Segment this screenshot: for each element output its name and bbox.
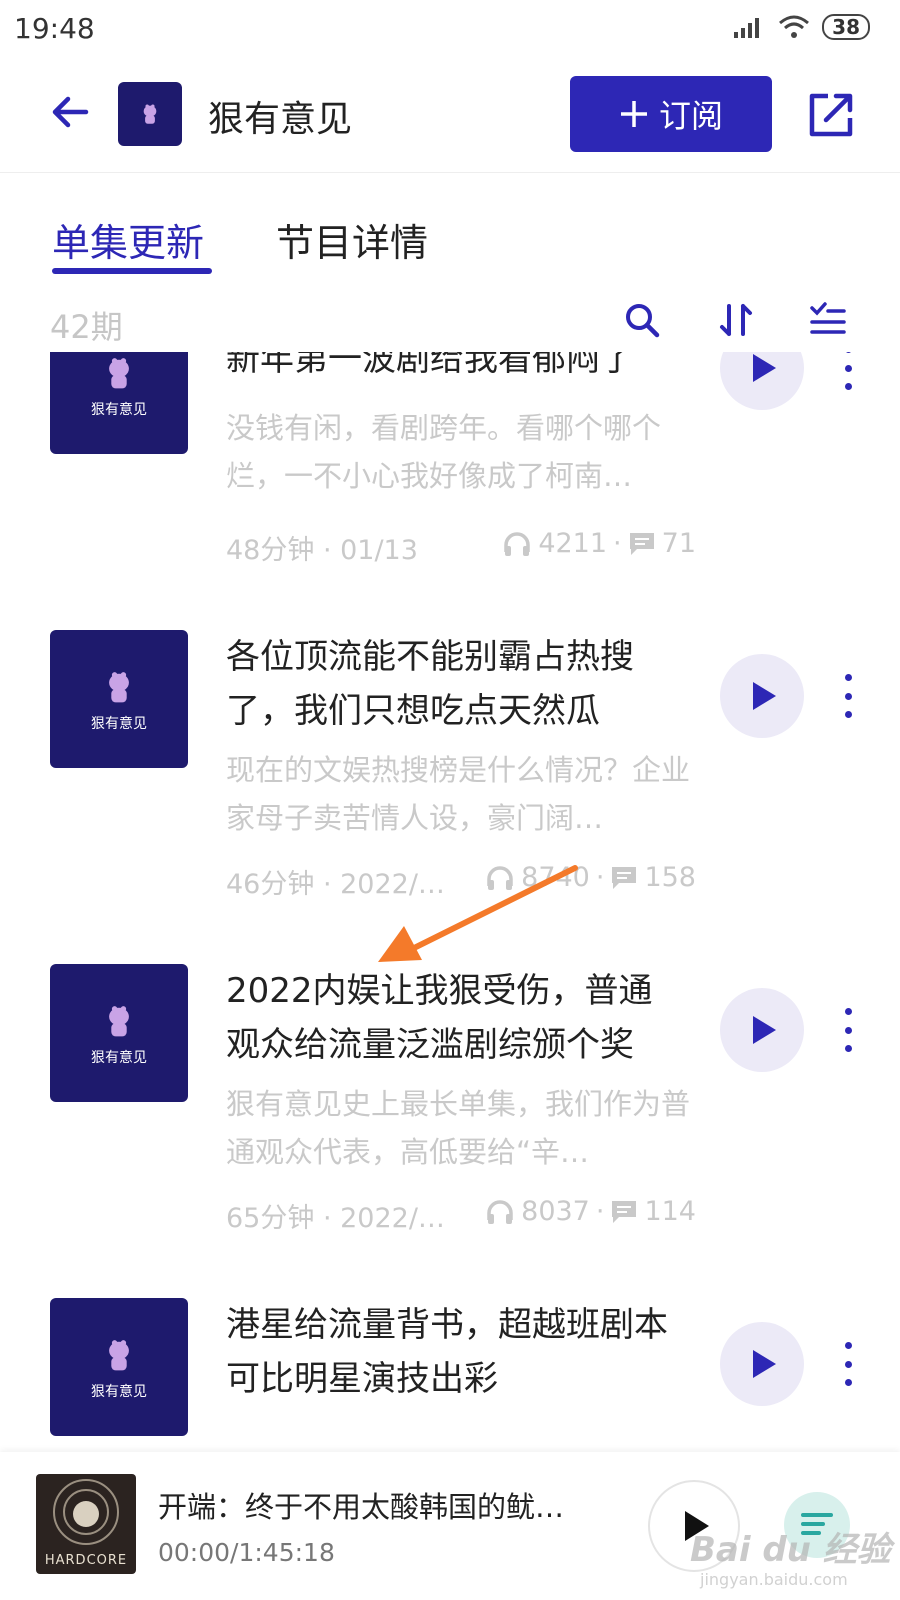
episode-title[interactable]: 各位顶流能不能别霸占热搜了，我们只想吃点天然瓜 — [226, 630, 686, 738]
more-options-button[interactable] — [836, 674, 860, 718]
more-options-button[interactable] — [836, 1342, 860, 1386]
play-icon — [753, 354, 776, 382]
sort-icon[interactable] — [716, 300, 756, 340]
episode-meta: 48分钟 · 01/13 4211 · 71 — [226, 528, 696, 568]
subscribe-label: 订阅 — [658, 97, 723, 135]
headphones-icon — [487, 1199, 513, 1224]
page-title: 狠有意见 — [208, 99, 353, 140]
subscribe-button[interactable]: 订阅 — [570, 76, 772, 152]
comment-icon — [612, 866, 637, 889]
comment-icon — [629, 532, 654, 555]
episode-comment-count: 71 — [661, 528, 696, 559]
episode-title[interactable]: 新年第一波剧给我看郁闷了 — [226, 352, 686, 386]
hippo-logo-icon — [109, 358, 129, 389]
cover-label: 狠有意见 — [91, 1384, 147, 1400]
filter-list-icon[interactable] — [808, 300, 848, 340]
tab-details[interactable]: 节目详情 — [276, 212, 428, 267]
status-time: 19:48 — [14, 12, 95, 45]
episode-item[interactable]: 狠有意见 2022内娱让我狠受伤，普通观众给流量泛滥剧综颁个奖 狠有意见史上最长… — [0, 964, 900, 1304]
play-icon — [753, 1016, 776, 1044]
episode-description: 狠有意见史上最长单集，我们作为普通观众代表，高低要给“辛… — [226, 1087, 691, 1169]
episode-cover: 狠有意见 — [50, 1298, 188, 1436]
episode-description: 没钱有闲，看剧跨年。看哪个哪个烂，一不小心我好像成了柯南… — [226, 411, 662, 493]
now-playing-title[interactable]: 开端：终于不用太酸韩国的鱿… — [158, 1484, 598, 1526]
now-playing-cover: HARDCORE — [36, 1474, 136, 1574]
episode-cover: 狠有意见 — [50, 964, 188, 1102]
episode-comment-count: 114 — [644, 1196, 696, 1227]
play-button[interactable] — [720, 1322, 804, 1406]
signal-icon — [734, 18, 760, 38]
episode-cover: 狠有意见 — [50, 352, 188, 454]
list-toolbar: 42期 — [0, 288, 900, 352]
mini-player[interactable]: HARDCORE 开端：终于不用太酸韩国的鱿… 00:00/1:45:18 Ba… — [0, 1452, 900, 1600]
episode-cover: 狠有意见 — [50, 630, 188, 768]
hippo-logo-icon — [109, 1006, 129, 1037]
comment-icon — [612, 1200, 637, 1223]
headphones-icon — [504, 531, 531, 556]
hippo-logo-icon — [109, 1340, 129, 1371]
episode-description: 现在的文娱热搜榜是什么情况？企业家母子卖苦情人设，豪门阔… — [226, 753, 691, 835]
tab-active-indicator — [52, 268, 212, 274]
more-options-button[interactable] — [836, 1008, 860, 1052]
episode-duration-date: 65分钟 · 2022/… — [226, 1203, 445, 1234]
episode-title[interactable]: 港星给流量背书，超越班剧本可比明星演技出彩 — [226, 1298, 686, 1406]
play-button[interactable] — [720, 654, 804, 738]
episode-item[interactable]: 狠有意见 新年第一波剧给我看郁闷了 没钱有闲，看剧跨年。看哪个哪个烂，一不小心我… — [0, 352, 900, 656]
cover-text: HARDCORE — [44, 1553, 128, 1568]
meta-separator: · — [613, 528, 622, 559]
wifi-icon — [779, 15, 810, 38]
episode-play-count: 8037 — [521, 1196, 590, 1227]
podcast-cover — [118, 82, 182, 146]
watermark-logo: Bai du 经验 — [690, 1530, 891, 1570]
episode-comment-count: 158 — [644, 862, 696, 893]
play-icon — [753, 682, 776, 710]
episode-play-count: 4211 — [538, 528, 608, 559]
status-bar: 19:48 38 — [0, 0, 900, 64]
cover-label: 狠有意见 — [91, 1050, 147, 1066]
hippo-logo-icon — [143, 104, 157, 124]
meta-separator: · — [595, 1196, 605, 1227]
search-icon[interactable] — [622, 300, 662, 340]
playback-time: 00:00/1:45:18 — [158, 1538, 335, 1567]
play-icon — [753, 1350, 776, 1378]
episode-meta: 65分钟 · 2022/… 8037 · 114 — [226, 1196, 696, 1236]
meta-separator: · — [595, 862, 605, 893]
back-arrow-icon[interactable] — [46, 88, 94, 136]
play-button[interactable] — [720, 352, 804, 410]
watermark-url: jingyan.baidu.com — [700, 1570, 848, 1589]
episode-count: 42期 — [50, 308, 123, 346]
cover-label: 狠有意见 — [91, 402, 147, 418]
app-header: 狠有意见 订阅 — [0, 64, 900, 173]
cover-label: 狠有意见 — [91, 716, 147, 732]
hippo-logo-icon — [109, 672, 129, 703]
episode-duration-date: 48分钟 · 01/13 — [226, 535, 418, 566]
tab-episodes[interactable]: 单集更新 — [52, 212, 204, 267]
annotation-arrow-icon — [378, 865, 578, 962]
episode-title[interactable]: 2022内娱让我狠受伤，普通观众给流量泛滥剧综颁个奖 — [226, 964, 686, 1072]
battery-indicator: 38 — [822, 14, 870, 40]
tab-bar: 单集更新 节目详情 — [0, 172, 900, 276]
status-icons: 38 — [732, 14, 870, 40]
episode-item[interactable]: 狠有意见 港星给流量背书，超越班剧本可比明星演技出彩 — [0, 1298, 900, 1452]
plus-icon — [620, 101, 647, 127]
share-icon[interactable] — [806, 88, 858, 140]
more-options-button[interactable] — [836, 352, 860, 390]
play-button[interactable] — [720, 988, 804, 1072]
